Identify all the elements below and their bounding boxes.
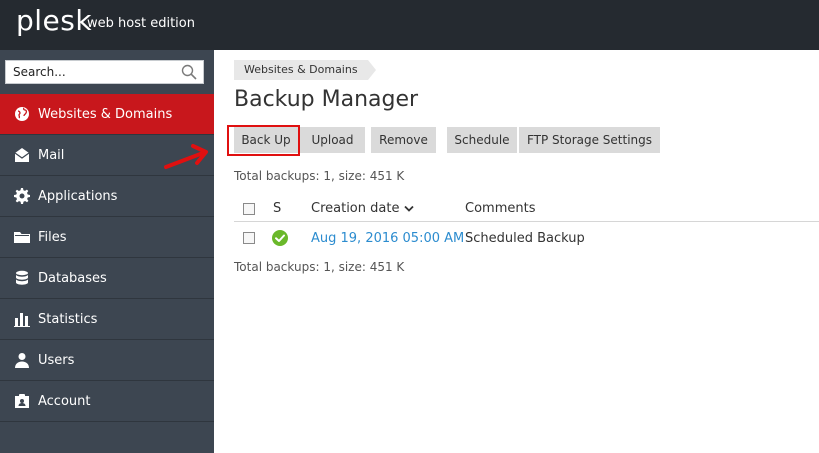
select-all-cell (243, 196, 255, 221)
upload-button[interactable]: Upload (300, 127, 365, 153)
top-bar: plesk web host edition (0, 0, 819, 50)
sidebar-item-account[interactable]: Account (0, 381, 214, 422)
backups-summary-top: Total backups: 1, size: 451 K (234, 169, 405, 183)
status-ok-icon (272, 230, 288, 246)
back-up-button[interactable]: Back Up (234, 127, 298, 153)
creation-date-header-label: Creation date (311, 201, 400, 216)
creation-date-cell: Aug 19, 2016 05:00 AM (311, 222, 464, 254)
database-icon (13, 269, 31, 287)
backups-summary-bottom: Total backups: 1, size: 451 K (234, 260, 405, 274)
sidebar-item-users[interactable]: Users (0, 340, 214, 381)
bar-chart-icon (13, 310, 31, 328)
status-column-header[interactable]: S (273, 196, 281, 221)
ftp-storage-settings-button[interactable]: FTP Storage Settings (519, 127, 660, 153)
main-content: Websites & Domains Backup Manager Back U… (214, 50, 819, 453)
sidebar: Websites & Domains Mail Applications Fil… (0, 50, 214, 453)
search-input[interactable] (6, 61, 171, 83)
sidebar-item-label: Mail (38, 147, 65, 163)
sidebar-item-files[interactable]: Files (0, 217, 214, 258)
logo-text: plesk (16, 4, 93, 37)
search-icon[interactable] (181, 64, 197, 80)
backup-date-link[interactable]: Aug 19, 2016 05:00 AM (311, 231, 464, 246)
plesk-logo[interactable]: plesk (16, 4, 92, 37)
table-row: Aug 19, 2016 05:00 AM Scheduled Backup (234, 222, 819, 254)
sidebar-item-label: Databases (38, 270, 107, 286)
sidebar-item-label: Account (38, 393, 91, 409)
sidebar-item-statistics[interactable]: Statistics (0, 299, 214, 340)
sidebar-item-websites-domains[interactable]: Websites & Domains (0, 94, 214, 135)
account-icon (13, 392, 31, 410)
sidebar-item-label: Files (38, 229, 67, 245)
remove-button[interactable]: Remove (371, 127, 436, 153)
creation-date-column-header[interactable]: Creation date (311, 196, 415, 221)
breadcrumb-item: Websites & Domains (244, 63, 358, 76)
folder-icon (13, 228, 31, 246)
sidebar-item-label: Applications (38, 188, 118, 204)
breadcrumb[interactable]: Websites & Domains (234, 60, 376, 80)
edition-label: web host edition (87, 16, 195, 31)
schedule-button[interactable]: Schedule (447, 127, 517, 153)
page-title: Backup Manager (234, 87, 419, 112)
row-select-cell (243, 222, 255, 254)
sort-chevron-down-icon (404, 205, 415, 212)
user-icon (13, 351, 31, 369)
globe-icon (13, 105, 31, 123)
sidebar-item-applications[interactable]: Applications (0, 176, 214, 217)
status-cell (272, 222, 288, 254)
sidebar-item-label: Users (38, 352, 75, 368)
comments-cell: Scheduled Backup (465, 230, 585, 246)
table-header: S Creation date Comments (234, 196, 819, 222)
sidebar-item-label: Websites & Domains (38, 106, 173, 122)
mail-icon (13, 146, 31, 164)
row-checkbox[interactable] (243, 232, 255, 244)
annotation-arrow-icon (164, 144, 208, 169)
select-all-checkbox[interactable] (243, 202, 255, 215)
search-box (5, 60, 204, 84)
sidebar-item-label: Statistics (38, 311, 98, 327)
backups-table: S Creation date Comments Aug 19, 2016 05… (234, 196, 819, 254)
comments-column-header[interactable]: Comments (465, 196, 535, 221)
gear-icon (13, 187, 31, 205)
sidebar-item-databases[interactable]: Databases (0, 258, 214, 299)
